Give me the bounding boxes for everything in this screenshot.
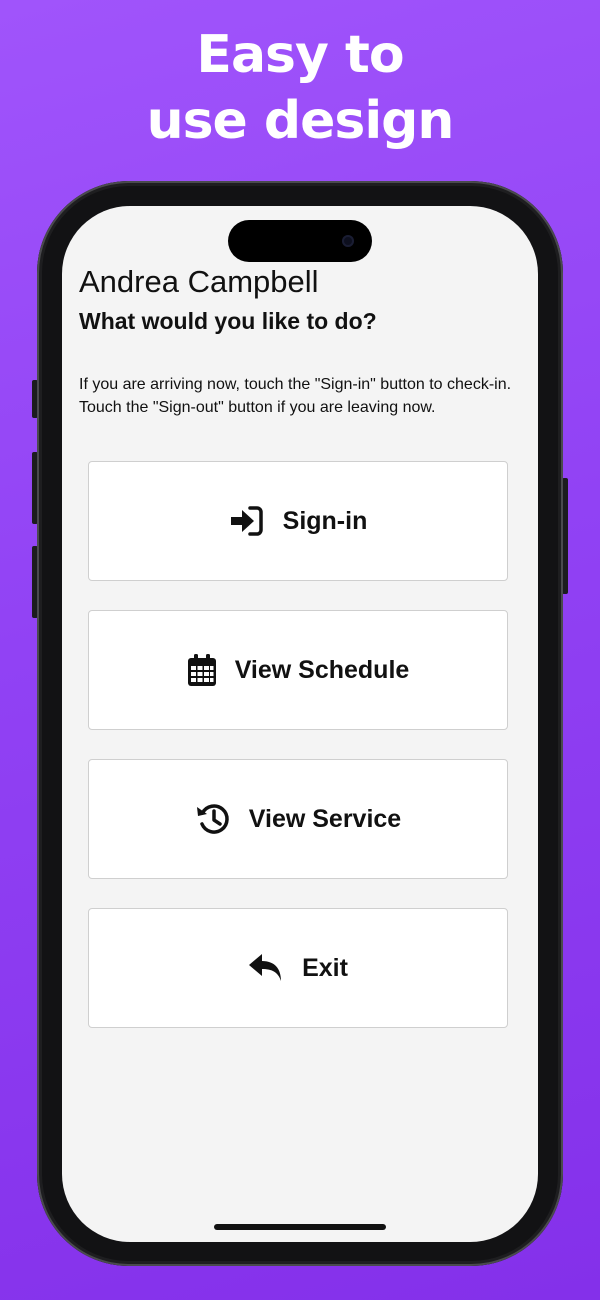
- view-service-label: View Service: [248, 804, 402, 833]
- history-icon: [195, 802, 231, 836]
- page-prompt: What would you like to do?: [79, 308, 377, 334]
- promo-headline-line-1: Easy to: [196, 25, 404, 85]
- phone-screen: Andrea Campbell What would you like to d…: [62, 206, 538, 1242]
- sign-in-button[interactable]: Sign-in: [88, 461, 508, 581]
- user-name: Andrea Campbell: [79, 264, 319, 299]
- instructions-text: If you are arriving now, touch the "Sign…: [79, 376, 512, 416]
- sign-in-icon: [229, 505, 265, 537]
- view-schedule-button[interactable]: View Schedule: [88, 610, 508, 730]
- reply-arrow-icon: [248, 952, 284, 984]
- view-schedule-label: View Schedule: [234, 655, 410, 684]
- home-indicator: [214, 1224, 386, 1230]
- exit-button[interactable]: Exit: [88, 908, 508, 1028]
- promo-headline: Easy to use design: [0, 22, 600, 154]
- exit-label: Exit: [302, 953, 348, 982]
- dynamic-island: [228, 220, 372, 262]
- view-service-button[interactable]: View Service: [88, 759, 508, 879]
- front-camera: [342, 235, 354, 247]
- sign-in-label: Sign-in: [282, 506, 368, 535]
- promo-headline-line-2: use design: [146, 91, 455, 151]
- calendar-icon: [187, 653, 217, 687]
